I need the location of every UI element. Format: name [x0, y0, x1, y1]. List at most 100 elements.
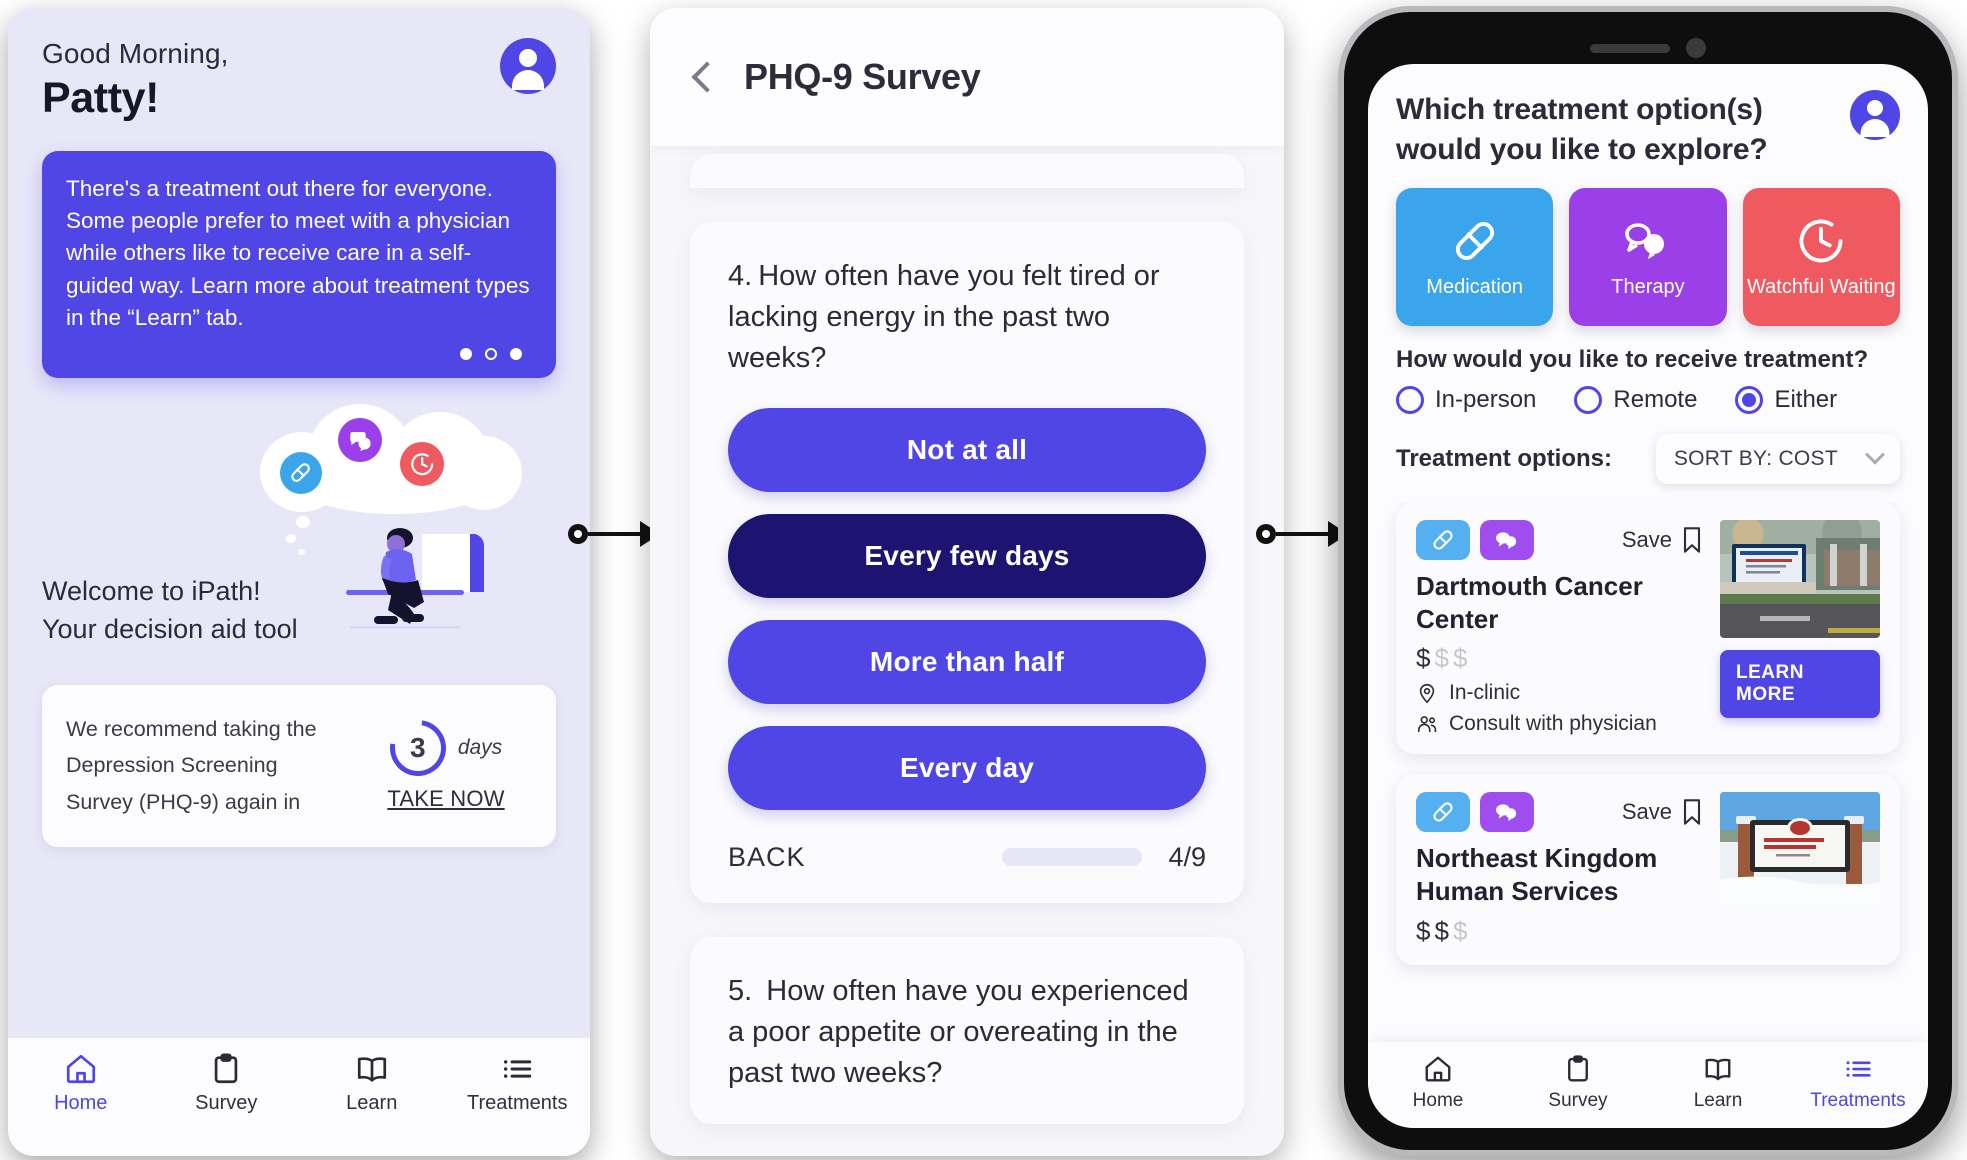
nav-item-treatments[interactable]: Treatments [1788, 1042, 1928, 1128]
treatment-type-medication[interactable]: Medication [1396, 187, 1554, 326]
treatment-result-card[interactable]: Save Dartmouth Cancer Center $$$ In-clin… [1396, 501, 1900, 755]
home-screen: Good Morning, Patty! There's a treatment… [8, 8, 590, 1156]
greeting-small: Good Morning, [42, 38, 229, 69]
chat-bubble-icon [1480, 519, 1534, 560]
user-avatar-icon[interactable] [500, 38, 556, 94]
home-icon [66, 1054, 95, 1084]
nav-item-learn[interactable]: Learn [1648, 1042, 1788, 1128]
next-question-text: 5. How often have you experienced a poor… [728, 971, 1206, 1095]
chevron-left-icon[interactable] [691, 61, 723, 93]
answer-option-every-few-days[interactable]: Every few days [728, 513, 1206, 598]
treatment-type-cards: Medication Therapy Watchful Waiting [1368, 170, 1928, 326]
progress-text: 4/9 [1168, 841, 1206, 872]
survey-screen: PHQ-9 Survey 4. How often have you felt t… [650, 8, 1284, 1156]
radio-either[interactable]: Either [1735, 385, 1838, 414]
save-action[interactable]: Save [1622, 798, 1704, 826]
recommendation-text: We recommend taking the Depression Scree… [66, 716, 317, 815]
treatment-type-label: Medication [1426, 275, 1524, 298]
speaker-grille [1590, 43, 1670, 53]
card-badges: Save [1416, 792, 1704, 833]
treatments-header: Which treatment option(s) would you like… [1368, 64, 1928, 170]
book-icon [1705, 1058, 1731, 1081]
clipboard-icon [1568, 1055, 1588, 1082]
survey-footer: BACK 4/9 [728, 842, 1206, 873]
connector-dot [568, 524, 588, 544]
connector-line [588, 532, 640, 536]
radio-label: Remote [1613, 385, 1698, 413]
pill-icon [1449, 215, 1501, 267]
connector-dot [1256, 524, 1276, 544]
nav-item-survey[interactable]: Survey [154, 1038, 300, 1156]
nav-item-survey[interactable]: Survey [1508, 1042, 1648, 1128]
card-badges: Save [1416, 519, 1704, 560]
question-text: 4. How often have you felt tired or lacki… [728, 256, 1206, 380]
thought-puff [298, 548, 305, 555]
carousel-dot-2[interactable] [485, 347, 497, 360]
nav-item-learn[interactable]: Learn [299, 1038, 445, 1156]
promo-card[interactable]: There's a treatment out there for everyo… [42, 151, 556, 378]
location-text: In-clinic [1449, 681, 1521, 705]
cost-rating: $$$ [1416, 915, 1472, 946]
delivery-question: How would you like to receive treatment? [1396, 345, 1869, 373]
next-question-number: 5. [728, 974, 753, 1007]
take-now-link[interactable]: TAKE NOW [387, 786, 504, 812]
treatment-results-list[interactable]: Save Dartmouth Cancer Center $$$ In-clin… [1368, 501, 1928, 1042]
radio-circle-selected-icon [1735, 385, 1764, 414]
recommendation-actions: 3 days TAKE NOW [360, 708, 532, 812]
save-action[interactable]: Save [1622, 526, 1704, 554]
progress-bar [1002, 848, 1143, 867]
radio-label: Either [1774, 385, 1838, 413]
nav-label-treatments: Treatments [1810, 1090, 1906, 1111]
back-button[interactable]: BACK [728, 842, 806, 873]
greeting-block: Good Morning, Patty! [42, 38, 229, 123]
home-header: Good Morning, Patty! [8, 8, 590, 123]
carousel-dots [66, 347, 532, 360]
carousel-dot-3[interactable] [510, 347, 522, 360]
front-camera-icon [1686, 38, 1706, 58]
nav-item-home[interactable]: Home [8, 1038, 154, 1156]
radio-label: In-person [1435, 385, 1537, 413]
user-avatar-icon[interactable] [1850, 90, 1900, 140]
treatment-type-watchful-waiting[interactable]: Watchful Waiting [1742, 187, 1900, 326]
book-icon [357, 1057, 386, 1082]
survey-header: PHQ-9 Survey [650, 8, 1284, 146]
learn-more-button[interactable]: LEARN MORE [1720, 649, 1880, 718]
answer-option-every-day[interactable]: Every day [728, 725, 1206, 810]
home-icon [1425, 1056, 1451, 1082]
previous-question-card [690, 154, 1244, 188]
question-body: How often have you felt tired or lacking… [728, 260, 1160, 375]
location-row: In-clinic [1416, 681, 1704, 705]
radio-in-person[interactable]: In-person [1396, 385, 1537, 414]
treatment-type-therapy[interactable]: Therapy [1569, 187, 1727, 326]
survey-body: 4. How often have you felt tired or lacki… [650, 154, 1284, 1125]
treatment-type-label: Therapy [1611, 275, 1685, 298]
nav-item-treatments[interactable]: Treatments [445, 1038, 591, 1156]
answer-option-more-than-half[interactable]: More than half [728, 619, 1206, 704]
nav-label-learn: Learn [1693, 1090, 1743, 1111]
treatment-result-card[interactable]: Save Northeast Kingdom Human Services $$… [1396, 774, 1900, 965]
carousel-dot-1[interactable] [460, 347, 472, 360]
sort-dropdown[interactable]: SORT BY: COST [1655, 433, 1900, 484]
person-illustration [346, 527, 485, 629]
clinic-building-photo [1720, 519, 1880, 638]
provider-name: Dartmouth Cancer Center [1416, 570, 1643, 634]
chat-bubble-icon [1480, 792, 1534, 833]
cost-rating: $$$ [1416, 643, 1472, 674]
answer-options: Not at all Every few days More than half… [728, 407, 1206, 810]
hero-illustration [8, 384, 590, 634]
nav-item-home[interactable]: Home [1368, 1042, 1508, 1128]
nav-label-survey: Survey [1548, 1090, 1608, 1111]
treatment-type-label: Watchful Waiting [1747, 275, 1896, 298]
radio-remote[interactable]: Remote [1574, 385, 1698, 414]
thought-puff [296, 515, 310, 528]
people-icon [1417, 716, 1437, 733]
save-label: Save [1621, 799, 1672, 825]
nav-label-learn: Learn [346, 1092, 398, 1114]
delivery-options: In-person Remote Either [1368, 374, 1928, 414]
phone-mockup: Which treatment option(s) would you like… [1338, 6, 1958, 1156]
next-question-card: 5. How often have you experienced a poor… [690, 936, 1244, 1125]
treatments-screen: Which treatment option(s) would you like… [1368, 64, 1928, 1128]
flow-connector-2 [1256, 521, 1348, 547]
thought-puff [286, 533, 296, 543]
answer-option-not-at-all[interactable]: Not at all [728, 407, 1206, 492]
